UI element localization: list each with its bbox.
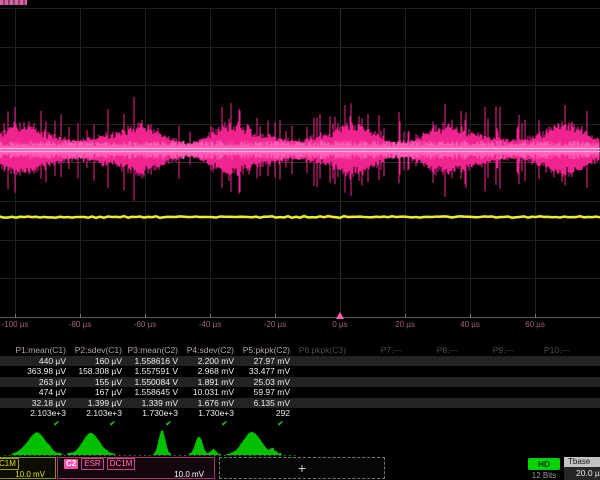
axis-tick (80, 314, 81, 318)
axis-label: -40 µs (199, 320, 221, 329)
stat-value: 2.103e+3 (70, 408, 126, 419)
axis-tick (535, 314, 536, 318)
stat-row: 363.98 µV158.308 µV1.557591 V2.968 mV33.… (0, 366, 600, 377)
c2-esr-badge: ESR (81, 458, 103, 470)
stat-value: 440 µV (0, 356, 70, 367)
stat-value: 59.97 mV (238, 387, 294, 398)
stat-value: 1.550084 V (126, 377, 182, 388)
measurement-table: P1:mean(C1)P2:sdev(C1)P3:mean(C2)P4:sdev… (0, 345, 600, 429)
axis-tick (15, 314, 16, 318)
stat-value: 1.676 mV (182, 398, 238, 409)
stat-value: 292 (238, 408, 294, 419)
stat-value: 167 µV (70, 387, 126, 398)
stat-value: 1.891 mV (182, 377, 238, 388)
stat-value: 2.200 mV (182, 356, 238, 367)
stat-row: 2.103e+32.103e+31.730e+31.730e+3292 (0, 408, 600, 419)
clipped-pink-label (0, 0, 27, 5)
stat-value: 10.031 mV (182, 387, 238, 398)
stat-value: 363.98 µV (0, 366, 70, 377)
param-header-6[interactable]: P6:pkpk(C3) (294, 345, 350, 356)
timebase-title: Tbase (564, 457, 600, 467)
stat-value: 2.103e+3 (0, 408, 70, 419)
stat-value: 2.968 mV (182, 366, 238, 377)
hd-bits-label: 12 Bits (520, 471, 568, 480)
channel-c1-descriptor[interactable]: C1 DC1M 10.0 mV (0, 457, 56, 479)
axis-label: 20 µs (395, 320, 415, 329)
timebase-value: 20.0 µs (564, 467, 600, 480)
stat-value: 32.18 µV (0, 398, 70, 409)
axis-tick (405, 314, 406, 318)
axis-tick (275, 314, 276, 318)
stat-value: 33.477 mV (238, 366, 294, 377)
param-header-3[interactable]: P3:mean(C2) (126, 345, 182, 356)
param-header-7[interactable]: P7:--- (350, 345, 406, 356)
c2-label: C2 (64, 459, 78, 469)
stat-value: 155 µV (70, 377, 126, 388)
stat-value: 1.339 mV (126, 398, 182, 409)
stat-value: 1.730e+3 (126, 408, 182, 419)
c2-volts-per-div: 10.0 mV (58, 469, 214, 480)
stat-row: 440 µV160 µV1.558616 V2.200 mV27.97 mV (0, 356, 600, 367)
param-header-1[interactable]: P1:mean(C1) (0, 345, 70, 356)
c2-coupling-badge: DC1M (107, 458, 136, 470)
param-header-11[interactable]: P11:--- (574, 345, 600, 356)
stat-value: 263 µV (0, 377, 70, 388)
axis-label: -100 µs (2, 320, 29, 329)
axis-label: -20 µs (264, 320, 286, 329)
timebase-descriptor[interactable]: Tbase 20.0 µs (564, 457, 600, 480)
stat-value: 27.97 mV (238, 356, 294, 367)
stat-value: 1.399 µV (70, 398, 126, 409)
axis-tick (210, 314, 211, 318)
trigger-position-marker[interactable] (336, 312, 344, 319)
stat-value: 6.135 mV (238, 398, 294, 409)
stat-value: 1.730e+3 (182, 408, 238, 419)
stat-value: 1.558616 V (126, 356, 182, 367)
stat-value: 1.557591 V (126, 366, 182, 377)
param-header-5[interactable]: P5:pkpk(C2) (238, 345, 294, 356)
status-check-icon: ✔ (182, 419, 238, 430)
param-header-9[interactable]: P9:--- (462, 345, 518, 356)
param-header-8[interactable]: P8:--- (406, 345, 462, 356)
add-trace-button[interactable]: + (219, 457, 385, 479)
stat-row: 474 µV167 µV1.558645 V10.031 mV59.97 mV (0, 387, 600, 398)
axis-label: 0 µs (332, 320, 347, 329)
stat-row: 263 µV155 µV1.550084 V1.891 mV25.03 mV (0, 377, 600, 388)
axis-label: -60 µs (134, 320, 156, 329)
c1-coupling-badge: DC1M (0, 458, 19, 470)
status-check-icon: ✔ (0, 419, 70, 430)
oscilloscope-screen: -100 µs -80 µs -60 µs -40 µs -20 µs 0 µs 20 µs… (0, 0, 600, 480)
stat-value: 25.03 mV (238, 377, 294, 388)
time-axis-line (0, 317, 600, 318)
param-header-10[interactable]: P10:--- (518, 345, 574, 356)
hd-mode-badge[interactable]: HD (528, 458, 560, 470)
c1-volts-per-div: 10.0 mV (0, 469, 55, 480)
status-check-icon: ✔ (126, 419, 182, 430)
axis-label: 40 µs (460, 320, 480, 329)
stat-value: 1.558645 V (126, 387, 182, 398)
param-header-4[interactable]: P4:sdev(C2) (182, 345, 238, 356)
status-check-icon: ✔ (70, 419, 126, 430)
status-check-icon: ✔ (238, 419, 294, 430)
axis-label: -80 µs (69, 320, 91, 329)
param-header-2[interactable]: P2:sdev(C1) (70, 345, 126, 356)
channel-c2-descriptor[interactable]: C2 ESR DC1M 10.0 mV (57, 457, 215, 479)
axis-label: 60 µs (525, 320, 545, 329)
stat-value: 474 µV (0, 387, 70, 398)
stat-value: 158.308 µV (70, 366, 126, 377)
stat-row: 32.18 µV1.399 µV1.339 mV1.676 mV6.135 mV (0, 398, 600, 409)
stat-value: 160 µV (70, 356, 126, 367)
axis-tick (470, 314, 471, 318)
axis-tick (145, 314, 146, 318)
